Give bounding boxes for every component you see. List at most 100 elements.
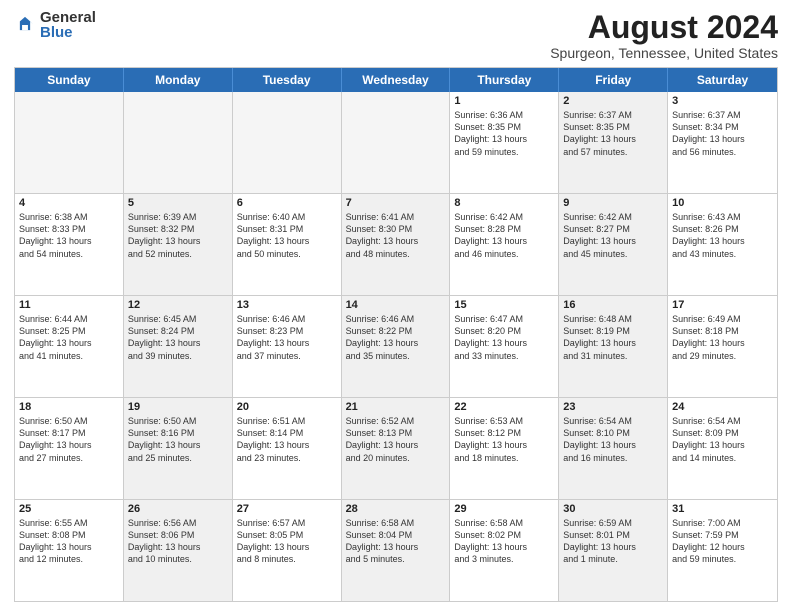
day-number: 18: [19, 401, 119, 413]
calendar-cell: 4Sunrise: 6:38 AM Sunset: 8:33 PM Daylig…: [15, 194, 124, 295]
day-number: 6: [237, 197, 337, 209]
day-number: 14: [346, 299, 446, 311]
calendar-cell: 2 Sunrise: 6:37 AM Sunset: 8:35 PM Daylig…: [559, 92, 668, 193]
day-number: 20: [237, 401, 337, 413]
calendar-cell: 19Sunrise: 6:50 AM Sunset: 8:16 PM Dayli…: [124, 398, 233, 499]
day-number: 10: [672, 197, 773, 209]
cell-info: Sunrise: 6:40 AM Sunset: 8:31 PM Dayligh…: [237, 211, 337, 260]
logo-general: General: [40, 10, 96, 25]
day-number: 26: [128, 503, 228, 515]
calendar-cell: 5 Sunrise: 6:39 AM Sunset: 8:32 PM Daylig…: [124, 194, 233, 295]
cell-info: Sunrise: 6:58 AM Sunset: 8:04 PM Dayligh…: [346, 517, 446, 566]
calendar-cell: 14 Sunrise: 6:46 AM Sunset: 8:22 PM Dayli…: [342, 296, 451, 397]
calendar-header-cell: Wednesday: [342, 68, 451, 92]
calendar: SundayMondayTuesdayWednesdayThursdayFrid…: [14, 67, 778, 602]
day-number: 11: [19, 299, 119, 311]
cell-info: Sunrise: 6:52 AM Sunset: 8:13 PM Dayligh…: [346, 415, 446, 464]
cell-info: Sunrise: 6:50 AM Sunset: 8:17 PM Dayligh…: [19, 415, 119, 464]
cell-info: Sunrise: 6:37 AM Sunset: 8:34 PM Dayligh…: [672, 109, 773, 158]
day-number: 5: [128, 197, 228, 209]
cell-info: Sunrise: 6:53 AM Sunset: 8:12 PM Dayligh…: [454, 415, 554, 464]
calendar-body: 1Sunrise: 6:36 AM Sunset: 8:35 PM Daylig…: [15, 92, 777, 601]
cell-info: Sunrise: 6:54 AM Sunset: 8:09 PM Dayligh…: [672, 415, 773, 464]
day-number: 29: [454, 503, 554, 515]
calendar-cell: 22 Sunrise: 6:53 AM Sunset: 8:12 PM Dayli…: [450, 398, 559, 499]
calendar-cell: 16 Sunrise: 6:48 AM Sunset: 8:19 PM Dayli…: [559, 296, 668, 397]
calendar-cell: [124, 92, 233, 193]
calendar-cell: 6 Sunrise: 6:40 AM Sunset: 8:31 PM Daylig…: [233, 194, 342, 295]
day-number: 7: [346, 197, 446, 209]
calendar-cell: 7 Sunrise: 6:41 AM Sunset: 8:30 PM Daylig…: [342, 194, 451, 295]
calendar-row: 11Sunrise: 6:44 AM Sunset: 8:25 PM Dayli…: [15, 295, 777, 397]
logo-text: General Blue: [40, 10, 96, 40]
cell-info: Sunrise: 6:54 AM Sunset: 8:10 PM Dayligh…: [563, 415, 663, 464]
calendar-header-cell: Thursday: [450, 68, 559, 92]
calendar-cell: 9Sunrise: 6:42 AM Sunset: 8:27 PM Daylig…: [559, 194, 668, 295]
cell-info: Sunrise: 6:57 AM Sunset: 8:05 PM Dayligh…: [237, 517, 337, 566]
cell-info: Sunrise: 6:50 AM Sunset: 8:16 PM Dayligh…: [128, 415, 228, 464]
calendar-row: 25Sunrise: 6:55 AM Sunset: 8:08 PM Dayli…: [15, 499, 777, 601]
day-number: 25: [19, 503, 119, 515]
calendar-header-cell: Tuesday: [233, 68, 342, 92]
calendar-cell: 25Sunrise: 6:55 AM Sunset: 8:08 PM Dayli…: [15, 500, 124, 601]
cell-info: Sunrise: 6:56 AM Sunset: 8:06 PM Dayligh…: [128, 517, 228, 566]
day-number: 2: [563, 95, 663, 107]
cell-info: Sunrise: 6:59 AM Sunset: 8:01 PM Dayligh…: [563, 517, 663, 566]
day-number: 12: [128, 299, 228, 311]
calendar-header-cell: Saturday: [668, 68, 777, 92]
calendar-cell: 23 Sunrise: 6:54 AM Sunset: 8:10 PM Dayli…: [559, 398, 668, 499]
calendar-cell: 30Sunrise: 6:59 AM Sunset: 8:01 PM Dayli…: [559, 500, 668, 601]
header: General Blue August 2024 Spurgeon, Tenne…: [14, 10, 778, 61]
cell-info: Sunrise: 6:47 AM Sunset: 8:20 PM Dayligh…: [454, 313, 554, 362]
day-number: 24: [672, 401, 773, 413]
day-number: 16: [563, 299, 663, 311]
month-title: August 2024: [550, 10, 778, 45]
calendar-cell: 3Sunrise: 6:37 AM Sunset: 8:34 PM Daylig…: [668, 92, 777, 193]
cell-info: Sunrise: 6:46 AM Sunset: 8:22 PM Dayligh…: [346, 313, 446, 362]
day-number: 9: [563, 197, 663, 209]
logo-blue: Blue: [40, 25, 96, 40]
day-number: 17: [672, 299, 773, 311]
calendar-cell: 17 Sunrise: 6:49 AM Sunset: 8:18 PM Dayli…: [668, 296, 777, 397]
calendar-cell: 26 Sunrise: 6:56 AM Sunset: 8:06 PM Dayli…: [124, 500, 233, 601]
calendar-cell: [342, 92, 451, 193]
title-block: August 2024 Spurgeon, Tennessee, United …: [550, 10, 778, 61]
cell-info: Sunrise: 6:39 AM Sunset: 8:32 PM Dayligh…: [128, 211, 228, 260]
cell-info: Sunrise: 6:49 AM Sunset: 8:18 PM Dayligh…: [672, 313, 773, 362]
calendar-cell: 20Sunrise: 6:51 AM Sunset: 8:14 PM Dayli…: [233, 398, 342, 499]
location: Spurgeon, Tennessee, United States: [550, 45, 778, 61]
calendar-cell: 10 Sunrise: 6:43 AM Sunset: 8:26 PM Dayli…: [668, 194, 777, 295]
day-number: 23: [563, 401, 663, 413]
day-number: 15: [454, 299, 554, 311]
calendar-cell: [15, 92, 124, 193]
day-number: 31: [672, 503, 773, 515]
cell-info: Sunrise: 6:41 AM Sunset: 8:30 PM Dayligh…: [346, 211, 446, 260]
page: General Blue August 2024 Spurgeon, Tenne…: [0, 0, 792, 612]
logo-icon: [14, 14, 36, 36]
cell-info: Sunrise: 6:38 AM Sunset: 8:33 PM Dayligh…: [19, 211, 119, 260]
cell-info: Sunrise: 6:42 AM Sunset: 8:28 PM Dayligh…: [454, 211, 554, 260]
cell-info: Sunrise: 6:46 AM Sunset: 8:23 PM Dayligh…: [237, 313, 337, 362]
calendar-cell: 24 Sunrise: 6:54 AM Sunset: 8:09 PM Dayli…: [668, 398, 777, 499]
day-number: 28: [346, 503, 446, 515]
calendar-cell: 8Sunrise: 6:42 AM Sunset: 8:28 PM Daylig…: [450, 194, 559, 295]
calendar-header-cell: Sunday: [15, 68, 124, 92]
calendar-cell: [233, 92, 342, 193]
calendar-header: SundayMondayTuesdayWednesdayThursdayFrid…: [15, 68, 777, 92]
calendar-cell: 1Sunrise: 6:36 AM Sunset: 8:35 PM Daylig…: [450, 92, 559, 193]
calendar-cell: 18 Sunrise: 6:50 AM Sunset: 8:17 PM Dayli…: [15, 398, 124, 499]
day-number: 22: [454, 401, 554, 413]
calendar-cell: 21Sunrise: 6:52 AM Sunset: 8:13 PM Dayli…: [342, 398, 451, 499]
cell-info: Sunrise: 6:43 AM Sunset: 8:26 PM Dayligh…: [672, 211, 773, 260]
cell-info: Sunrise: 6:48 AM Sunset: 8:19 PM Dayligh…: [563, 313, 663, 362]
calendar-row: 1Sunrise: 6:36 AM Sunset: 8:35 PM Daylig…: [15, 92, 777, 193]
cell-info: Sunrise: 6:37 AM Sunset: 8:35 PM Dayligh…: [563, 109, 663, 158]
calendar-header-cell: Friday: [559, 68, 668, 92]
calendar-cell: 28 Sunrise: 6:58 AM Sunset: 8:04 PM Dayli…: [342, 500, 451, 601]
calendar-cell: 29 Sunrise: 6:58 AM Sunset: 8:02 PM Dayli…: [450, 500, 559, 601]
calendar-row: 4Sunrise: 6:38 AM Sunset: 8:33 PM Daylig…: [15, 193, 777, 295]
calendar-cell: 13 Sunrise: 6:46 AM Sunset: 8:23 PM Dayli…: [233, 296, 342, 397]
cell-info: Sunrise: 6:58 AM Sunset: 8:02 PM Dayligh…: [454, 517, 554, 566]
cell-info: Sunrise: 7:00 AM Sunset: 7:59 PM Dayligh…: [672, 517, 773, 566]
day-number: 13: [237, 299, 337, 311]
